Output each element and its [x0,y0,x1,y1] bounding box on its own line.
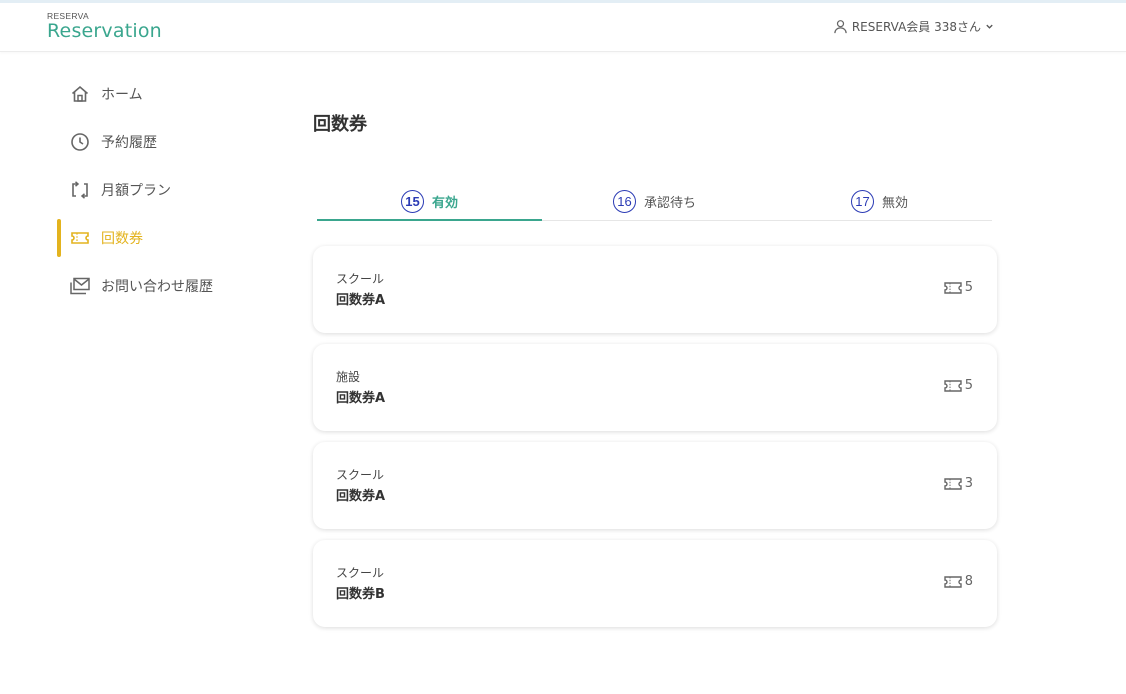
ticket-icon [944,575,962,589]
logo[interactable]: RESERVA Reservation [47,12,162,42]
sidebar-item-inquiry-history[interactable]: お問い合わせ履歴 [57,267,277,305]
tab-number-badge: 16 [612,189,636,213]
ticket-name: 回数券A [336,391,386,406]
ticket-icon [944,477,962,491]
ticket-name: 回数券A [336,293,386,308]
ticket-card[interactable]: 施設 回数券A 5 [313,344,997,431]
tab-number-badge: 17 [850,189,874,213]
ticket-category: スクール [336,468,385,482]
mail-icon [69,275,91,297]
ticket-card-list: スクール 回数券A 5 施設 回数券A 5 スクール 回数券A 3 スクール 回… [313,246,997,627]
ticket-count: 5 [944,280,973,295]
tab-label: 承認待ち [643,195,696,211]
sidebar-item-label: 月額プラン [101,183,171,199]
ticket-category: 施設 [336,370,361,384]
app-header: RESERVA Reservation RESERVA会員 338さん [0,0,1126,52]
sidebar-item-home[interactable]: ホーム [57,75,277,113]
chevron-down-icon [985,22,994,31]
main-content: 回数券 15 有効 16 承認待ち 17 無効 スクール 回数券A 5 施設 回… [313,100,997,638]
ticket-count-value: 8 [964,574,973,589]
ticket-count: 5 [944,378,973,393]
ticket-card[interactable]: スクール 回数券B 8 [313,540,997,627]
ticket-name: 回数券A [336,489,386,504]
ticket-count: 3 [944,476,973,491]
ticket-tabs: 15 有効 16 承認待ち 17 無効 [317,186,992,221]
ticket-count: 8 [944,574,973,589]
tab-label: 無効 [881,195,908,211]
ticket-count-value: 5 [964,280,973,295]
ticket-category: スクール [336,566,385,580]
ticket-category: スクール [336,272,385,286]
sidebar-item-monthly-plan[interactable]: 月額プラン [57,171,277,209]
tab-label: 有効 [431,195,458,211]
sidebar-item-label: 回数券 [101,231,143,247]
tab-valid[interactable]: 15 有効 [317,186,542,221]
page-title: 回数券 [313,114,367,135]
sidebar-item-label: 予約履歴 [101,135,157,151]
user-name: RESERVA会員 338さん [851,20,981,34]
ticket-name: 回数券B [336,587,385,602]
sidebar-item-reservation-history[interactable]: 予約履歴 [57,123,277,161]
sidebar-item-label: ホーム [101,87,143,103]
sidebar-nav: ホーム 予約履歴 月額プラン 回数券 お問い合わせ履歴 [57,75,277,315]
user-icon [833,19,848,34]
clock-icon [69,131,91,153]
ticket-card[interactable]: スクール 回数券A 5 [313,246,997,333]
ticket-icon [944,379,962,393]
ticket-card[interactable]: スクール 回数券A 3 [313,442,997,529]
home-icon [69,83,91,105]
tab-invalid[interactable]: 17 無効 [767,186,992,220]
sidebar-item-coupon-tickets[interactable]: 回数券 [57,219,277,257]
tab-number-badge: 15 [400,189,424,213]
sidebar-item-label: お問い合わせ履歴 [101,279,213,295]
ticket-count-value: 5 [964,378,973,393]
ticket-icon [69,227,91,249]
logo-main-text: Reservation [47,20,162,42]
ticket-count-value: 3 [964,476,973,491]
repeat-icon [69,179,91,201]
ticket-icon [944,281,962,295]
user-menu[interactable]: RESERVA会員 338さん [833,18,994,35]
tab-pending-approval[interactable]: 16 承認待ち [542,186,767,220]
